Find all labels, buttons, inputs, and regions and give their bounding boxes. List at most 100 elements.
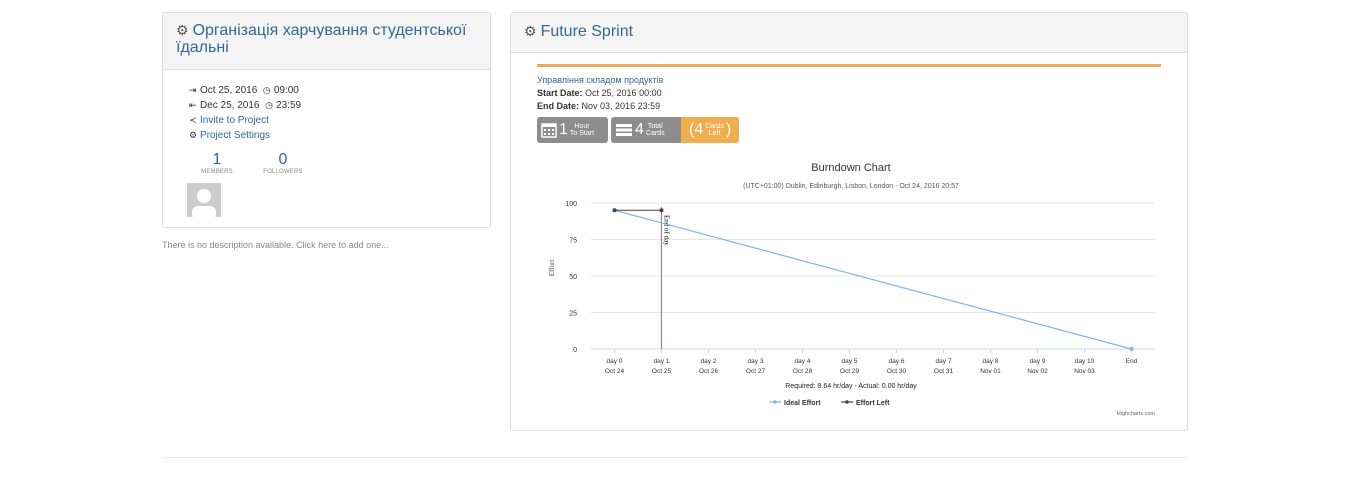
x-tick-date: Oct 27 [746, 368, 766, 375]
legend-label[interactable]: Effort Left [856, 400, 890, 407]
project-title-text[interactable]: Організація харчування студентської їдал… [176, 22, 466, 56]
series-line-0 [614, 209, 1132, 350]
clock-icon: ◷ [265, 100, 273, 110]
calendar-icon [541, 123, 557, 138]
chart-plot-line: End of day [661, 207, 671, 349]
project-description[interactable]: There is no description available. Click… [162, 240, 389, 250]
x-tick-label: day 8 [983, 358, 999, 365]
start-value: Oct 25, 2016 00:00 [585, 88, 662, 98]
legend-item-1[interactable]: Effort Left [841, 400, 890, 407]
members-label: MEMBERS [201, 169, 233, 175]
start-time: 09:00 [273, 85, 299, 96]
settings-label[interactable]: Project Settings [200, 130, 270, 141]
hours-to-start-badge: 1 Hour To Start [537, 117, 608, 143]
cards-left-caption: Cards Left [705, 123, 724, 137]
sprint-title[interactable]: ⚙ Future Sprint [524, 23, 1174, 40]
x-tick-date: Oct 29 [840, 368, 860, 375]
x-tick-label: day 2 [701, 358, 717, 365]
end-value: Nov 03, 2016 23:59 [581, 101, 661, 111]
sprint-start-row: Start Date: Oct 25, 2016 00:00 [537, 87, 662, 100]
sprint-panel: ⚙ Future Sprint Управління складом продук… [510, 12, 1188, 431]
cards-left-badge: (4 Cards Left ) [681, 117, 739, 143]
series-point-1[interactable] [659, 208, 664, 213]
x-tick-label: day 5 [842, 358, 858, 365]
sprint-accent-bar [537, 64, 1161, 67]
sprint-title-text[interactable]: Future Sprint [541, 23, 633, 40]
members-stat[interactable]: 1 MEMBERS [187, 151, 247, 175]
start-date: Oct 25, 2016 [200, 85, 258, 96]
chart-title: Burndown Chart [811, 162, 891, 174]
x-tick-label: day 0 [607, 358, 623, 365]
chart-subtitle: (UTC+01:00) Dublin, Edinburgh, Lisbon, L… [743, 183, 959, 190]
clock-icon: ◷ [262, 85, 271, 95]
start-label: Start Date: [537, 88, 583, 98]
share-icon: ≺ [189, 115, 197, 125]
x-tick-date: Nov 01 [980, 368, 1001, 375]
x-tick-label: day 7 [936, 358, 952, 365]
legend-label[interactable]: Ideal Effort [784, 400, 821, 407]
page-divider [162, 457, 1186, 458]
invite-label[interactable]: Invite to Project [200, 115, 269, 126]
followers-label: FOLLOWERS [263, 169, 303, 175]
chart-credits[interactable]: Highcharts.com [1117, 411, 1156, 417]
cards-left-caption-2: Left [708, 130, 721, 137]
invite-link[interactable]: ≺ Invite to Project [189, 113, 301, 128]
x-tick-label: day 3 [748, 358, 764, 365]
sprint-panel-header: ⚙ Future Sprint [511, 13, 1187, 53]
y-tick-label: 25 [569, 311, 577, 318]
x-tick-date: Oct 26 [699, 368, 719, 375]
y-tick-label: 75 [569, 238, 577, 245]
members-count[interactable]: 1 [187, 151, 247, 169]
x-tick-label: day 4 [795, 358, 811, 365]
chart-grid: 0 25 50 75 100 day 0 Oct 24 day 1 Oct 25 day 2 Oct… [565, 201, 1155, 375]
x-tick-date: Oct 28 [793, 368, 813, 375]
y-tick-label: 50 [569, 274, 577, 281]
end-date-row: ⇤ Dec 25, 2016 ◷ 23:59 [189, 98, 301, 113]
legend-item-0[interactable]: Ideal Effort [769, 400, 821, 407]
cards-left-number: (4 [689, 121, 704, 138]
hours-number: 1 [559, 121, 568, 138]
x-tick-date: Nov 02 [1027, 368, 1048, 375]
gear-icon: ⚙ [176, 22, 189, 38]
user-silhouette-icon [192, 189, 216, 217]
start-date-row: ⇥ Oct 25, 2016 ◷ 09:00 [189, 83, 301, 98]
y-tick-label: 0 [573, 347, 577, 354]
series-point-1[interactable] [612, 208, 617, 213]
hours-caption-1: Hour [574, 123, 590, 130]
gears-icon: ⚙ [524, 23, 537, 39]
cards-icon [616, 124, 632, 136]
cards-left-close: ) [725, 121, 732, 138]
end-of-day-label: End of day [663, 215, 671, 246]
x-tick-date: Oct 24 [605, 368, 625, 375]
gear-icon: ⚙ [189, 130, 198, 140]
x-tick-date: Oct 25 [652, 368, 672, 375]
total-cards-badge: 4 Total Cards [611, 117, 681, 143]
product-link[interactable]: Управління складом продуктів [537, 74, 663, 87]
chart-series [612, 208, 1134, 351]
sprint-end-row: End Date: Nov 03, 2016 23:59 [537, 100, 660, 113]
project-title[interactable]: ⚙ Організація харчування студентської їда… [176, 22, 478, 56]
followers-stat[interactable]: 0 FOLLOWERS [253, 151, 313, 175]
cards-number: 4 [635, 121, 644, 138]
followers-count[interactable]: 0 [253, 151, 313, 169]
sign-out-icon: ⇤ [189, 100, 197, 110]
member-avatar[interactable] [187, 183, 221, 217]
cards-left-caption-1: Cards [705, 123, 724, 130]
y-axis-label: Effort [548, 260, 556, 277]
y-tick-label: 100 [565, 201, 577, 208]
series-point-0[interactable] [1129, 347, 1134, 351]
cards-caption: Total Cards [646, 123, 665, 137]
cards-caption-2: Cards [645, 130, 665, 137]
project-details: ⇥ Oct 25, 2016 ◷ 09:00 ⇤ Dec 25, 2016 ◷ 23:5… [189, 83, 301, 143]
project-panel: ⚙ Організація харчування студентської їда… [162, 12, 491, 228]
project-panel-header: ⚙ Організація харчування студентської їда… [163, 13, 490, 70]
settings-link[interactable]: ⚙ Project Settings [189, 128, 301, 143]
x-tick-label: End [1126, 358, 1138, 365]
x-tick-date: Nov 03 [1074, 368, 1095, 375]
legend-symbol-dot [845, 400, 849, 404]
x-tick-date: Oct 31 [934, 368, 954, 375]
hours-caption-2: To Start [569, 130, 595, 137]
end-label: End Date: [537, 101, 580, 111]
sign-in-icon: ⇥ [189, 85, 197, 95]
legend-symbol-dot [773, 400, 777, 404]
